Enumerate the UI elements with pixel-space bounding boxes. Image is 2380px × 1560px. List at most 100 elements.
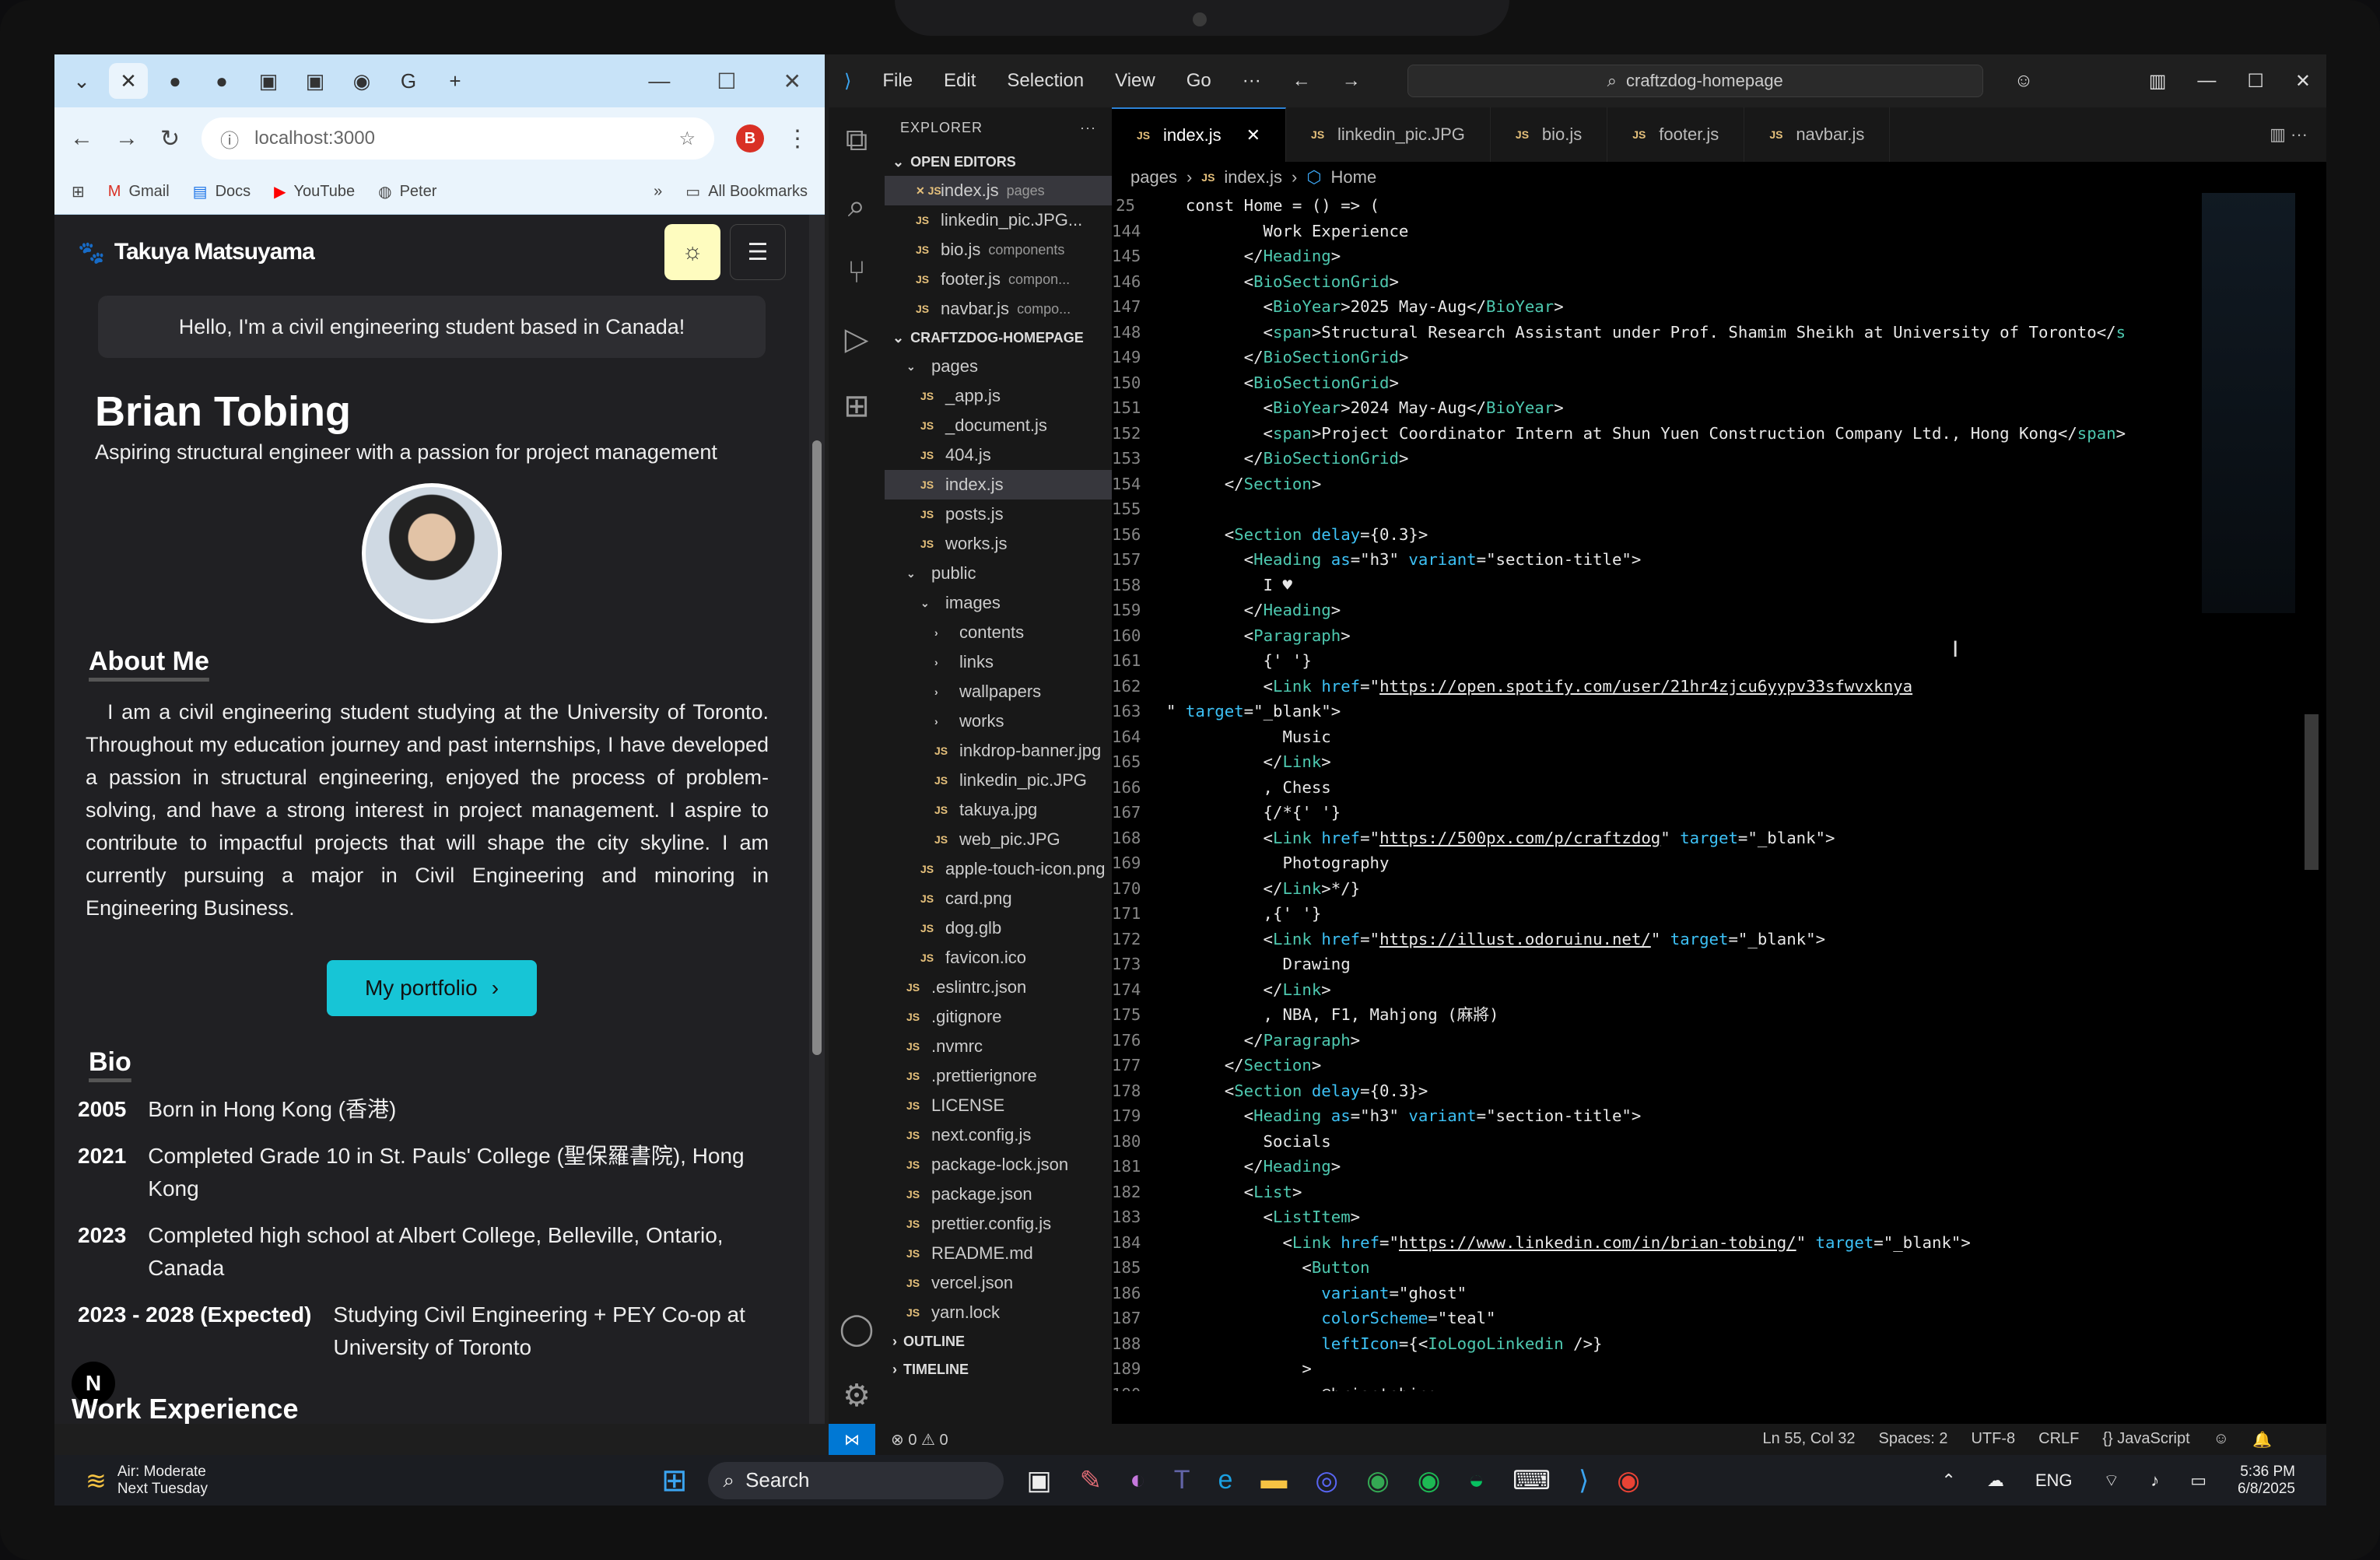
- cursor-position[interactable]: Ln 55, Col 32: [1763, 1430, 1856, 1450]
- explorer-icon[interactable]: ⧉: [846, 123, 868, 158]
- file-item[interactable]: JS yarn.lock: [885, 1298, 1112, 1327]
- breadcrumb-item[interactable]: Home: [1331, 167, 1377, 188]
- code-line[interactable]: 184 <Link href="https://www.linkedin.com…: [1112, 1230, 2263, 1256]
- folder-item[interactable]: › contents: [885, 618, 1112, 647]
- menu-go[interactable]: Go: [1186, 70, 1211, 92]
- clock[interactable]: 5:36 PM 6/8/2025: [2238, 1464, 2295, 1498]
- timeline-section[interactable]: › TIMELINE: [885, 1355, 1112, 1383]
- code-line[interactable]: 145 </Heading>: [1112, 244, 2263, 269]
- file-item[interactable]: JS vercel.json: [885, 1268, 1112, 1298]
- account-icon[interactable]: ◯: [839, 1311, 875, 1347]
- code-line[interactable]: 164 Music: [1112, 724, 2263, 750]
- maximize-icon[interactable]: ☐: [2247, 70, 2264, 93]
- file-item[interactable]: JS .nvmrc: [885, 1032, 1112, 1061]
- code-line[interactable]: 181 </Heading>: [1112, 1154, 2263, 1180]
- code-line[interactable]: 161 {' '}: [1112, 648, 2263, 674]
- file-item[interactable]: JS posts.js: [885, 500, 1112, 529]
- editor-tab[interactable]: JS index.js ✕: [1112, 107, 1287, 162]
- weather-widget[interactable]: ≋ Air: Moderate Next Tuesday: [54, 1464, 661, 1498]
- code-line[interactable]: 171 ,{' '}: [1112, 901, 2263, 927]
- file-item[interactable]: JS README.md: [885, 1239, 1112, 1268]
- code-line[interactable]: 147 <BioYear>2025 May-Aug</BioYear>: [1112, 294, 2263, 320]
- outline-section[interactable]: › OUTLINE: [885, 1327, 1112, 1355]
- file-item[interactable]: JS .gitignore: [885, 1002, 1112, 1032]
- open-editor-item[interactable]: JS navbar.js compo...: [885, 294, 1112, 324]
- open-editor-item[interactable]: JS footer.js compon...: [885, 265, 1112, 294]
- code-editor[interactable]: 25 const Home = () => (144 Work Experien…: [1112, 193, 2263, 1391]
- code-line[interactable]: 158 I ♥: [1112, 573, 2263, 598]
- language-indicator[interactable]: ENG: [2035, 1471, 2073, 1491]
- site-logo[interactable]: Takuya Matsuyama: [114, 239, 315, 265]
- chrome-icon[interactable]: ◉: [1617, 1465, 1640, 1496]
- wifi-icon[interactable]: ⌔: [2104, 1470, 2120, 1492]
- code-line[interactable]: 149 </BioSectionGrid>: [1112, 345, 2263, 370]
- code-line[interactable]: 174 </Link>: [1112, 977, 2263, 1003]
- file-item[interactable]: JS 404.js: [885, 440, 1112, 470]
- file-item[interactable]: JS _app.js: [885, 381, 1112, 411]
- minimap[interactable]: [2202, 193, 2295, 613]
- file-item[interactable]: JS next.config.js: [885, 1120, 1112, 1150]
- close-icon[interactable]: ✕: [783, 68, 801, 94]
- file-item[interactable]: JS package-lock.json: [885, 1150, 1112, 1180]
- browser-tab[interactable]: ●: [156, 63, 195, 99]
- copilot-icon[interactable]: ☺: [2014, 70, 2034, 92]
- code-line[interactable]: 179 <Heading as="h3" variant="section-ti…: [1112, 1103, 2263, 1129]
- code-line[interactable]: 188 leftIcon={<IoLogoLinkedin />}: [1112, 1331, 2263, 1357]
- file-item[interactable]: JS works.js: [885, 529, 1112, 559]
- edge-icon[interactable]: e: [1218, 1465, 1232, 1496]
- code-line[interactable]: 160 <Paragraph>: [1112, 623, 2263, 649]
- file-item[interactable]: JS dog.glb: [885, 913, 1112, 943]
- editor-tab[interactable]: JS footer.js: [1607, 107, 1745, 162]
- more-icon[interactable]: ···: [1080, 120, 1096, 136]
- minimize-icon[interactable]: —: [648, 68, 670, 94]
- browser-tab[interactable]: ▣: [296, 63, 335, 99]
- code-line[interactable]: 154 </Section>: [1112, 472, 2263, 497]
- code-line[interactable]: 163 " target="_blank">: [1112, 699, 2263, 724]
- breadcrumb-item[interactable]: index.js: [1224, 167, 1282, 188]
- forward-icon[interactable]: →: [1342, 70, 1361, 92]
- chrome-icon[interactable]: ◉: [1366, 1465, 1390, 1496]
- editor-tab[interactable]: JS bio.js: [1491, 107, 1608, 162]
- remote-icon[interactable]: ⋈: [829, 1424, 875, 1455]
- file-item[interactable]: JS index.js: [885, 470, 1112, 500]
- battery-icon[interactable]: ▭: [2190, 1471, 2206, 1491]
- menu-button[interactable]: ☰: [730, 224, 786, 280]
- encoding[interactable]: UTF-8: [1971, 1430, 2015, 1450]
- more-icon[interactable]: ⋮: [786, 125, 809, 152]
- file-explorer-icon[interactable]: ▬: [1260, 1465, 1287, 1496]
- open-editor-item[interactable]: ✕ JS index.js pages: [885, 176, 1112, 205]
- code-line[interactable]: 144 Work Experience: [1112, 219, 2263, 244]
- indentation[interactable]: Spaces: 2: [1879, 1430, 1948, 1450]
- folder-item[interactable]: ⌄ pages: [885, 352, 1112, 381]
- vscode-taskbar-icon[interactable]: ⟩: [1579, 1465, 1589, 1496]
- file-item[interactable]: JS LICENSE: [885, 1091, 1112, 1120]
- breadcrumb-item[interactable]: pages: [1130, 167, 1177, 188]
- portfolio-button[interactable]: My portfolio ›: [327, 960, 537, 1016]
- code-line[interactable]: 175 , NBA, F1, Mahjong (麻將): [1112, 1002, 2263, 1028]
- browser-tab[interactable]: ▣: [249, 63, 288, 99]
- code-line[interactable]: 178 <Section delay={0.3}>: [1112, 1078, 2263, 1104]
- command-center-search[interactable]: ⌕ craftzdog-homepage: [1407, 65, 1983, 97]
- chevron-up-icon[interactable]: ⌃: [1941, 1471, 1955, 1491]
- source-control-icon[interactable]: ⑂: [847, 255, 866, 290]
- taskbar-search[interactable]: ⌕ Search: [707, 1461, 1004, 1499]
- code-line[interactable]: 187 colorScheme="teal": [1112, 1306, 2263, 1331]
- teams-icon[interactable]: T: [1174, 1465, 1190, 1496]
- file-item[interactable]: JS inkdrop-banner.jpg: [885, 736, 1112, 766]
- code-line[interactable]: 169 Photography: [1112, 850, 2263, 876]
- reload-icon[interactable]: ↻: [160, 125, 180, 152]
- code-line[interactable]: 162 <Link href="https://open.spotify.com…: [1112, 674, 2263, 699]
- notifications-bell-icon[interactable]: 🔔: [2252, 1430, 2272, 1450]
- onedrive-icon[interactable]: ☁: [1987, 1471, 2004, 1491]
- folder-item[interactable]: › works: [885, 706, 1112, 736]
- code-line[interactable]: 183 <ListItem>: [1112, 1204, 2263, 1230]
- file-item[interactable]: JS apple-touch-icon.png: [885, 854, 1112, 884]
- browser-tab[interactable]: ●: [202, 63, 241, 99]
- file-item[interactable]: JS web_pic.JPG: [885, 825, 1112, 854]
- code-line[interactable]: 168 <Link href="https://500px.com/p/craf…: [1112, 826, 2263, 851]
- bookmark-gmail[interactable]: M Gmail: [108, 183, 170, 201]
- split-editor-icon[interactable]: ▥ ···: [2270, 124, 2326, 145]
- task-view-icon[interactable]: ▣: [1027, 1465, 1052, 1496]
- layout-icon[interactable]: ▥: [2149, 70, 2167, 93]
- file-item[interactable]: JS .prettierignore: [885, 1061, 1112, 1091]
